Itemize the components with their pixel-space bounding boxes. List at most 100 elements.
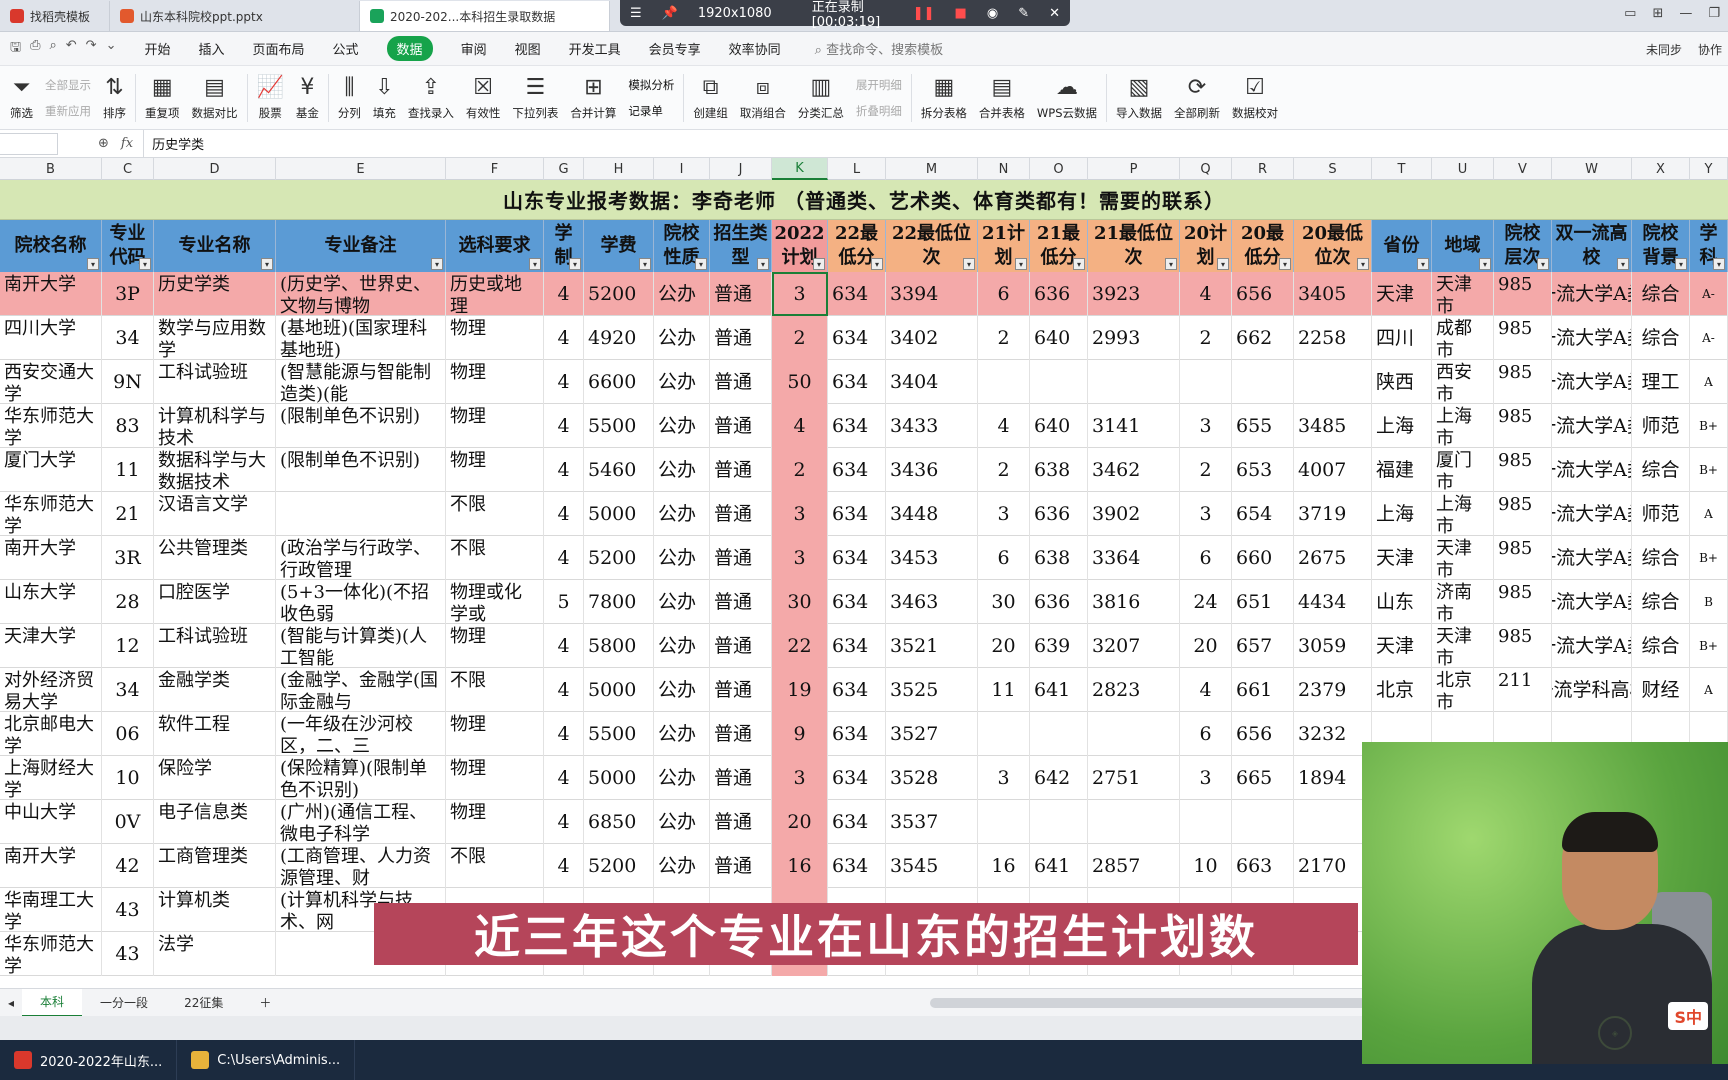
table-cell[interactable]: [1088, 712, 1180, 756]
table-cell[interactable]: 4: [544, 360, 584, 404]
table-cell[interactable]: 0V: [102, 800, 154, 844]
table-cell[interactable]: 24: [1180, 580, 1232, 624]
table-cell[interactable]: 3P: [102, 272, 154, 316]
table-cell[interactable]: 5200: [584, 536, 654, 580]
table-cell[interactable]: 985: [1494, 624, 1552, 668]
group-button[interactable]: ⧉ 创建组: [687, 68, 734, 128]
table-cell[interactable]: 2170: [1294, 844, 1372, 888]
filter-dropdown-icon[interactable]: ▾: [963, 258, 975, 270]
menu-devtools[interactable]: 开发工具: [569, 39, 621, 58]
record-button[interactable]: 记录单: [628, 103, 674, 119]
table-cell[interactable]: 985: [1494, 272, 1552, 316]
table-cell[interactable]: 640: [1030, 404, 1088, 448]
table-cell[interactable]: 陕西: [1372, 360, 1432, 404]
minimize-icon[interactable]: —: [1679, 6, 1692, 21]
fund-button[interactable]: ¥ 基金: [290, 68, 325, 128]
table-cell[interactable]: 普通: [710, 360, 772, 404]
table-cell[interactable]: 634: [828, 448, 886, 492]
table-cell[interactable]: 北京市: [1432, 668, 1494, 712]
table-cell[interactable]: 3364: [1088, 536, 1180, 580]
table-cell[interactable]: (政治学与行政学、行政管理: [276, 536, 446, 580]
table-cell[interactable]: 公办: [654, 580, 710, 624]
column-header-T[interactable]: T: [1372, 158, 1432, 180]
table-cell[interactable]: 公办: [654, 448, 710, 492]
table-cell[interactable]: 5460: [584, 448, 654, 492]
table-cell[interactable]: 天津市: [1432, 624, 1494, 668]
filter-dropdown-icon[interactable]: ▾: [261, 258, 273, 270]
table-cell[interactable]: 3528: [886, 756, 978, 800]
table-cell[interactable]: 公办: [654, 844, 710, 888]
sort-button[interactable]: ⇅ 排序: [97, 68, 132, 128]
filter-dropdown-icon[interactable]: ▾: [87, 258, 99, 270]
table-cell[interactable]: 5000: [584, 492, 654, 536]
table-cell[interactable]: 天津市: [1432, 536, 1494, 580]
verify-button[interactable]: ☑ 数据校对: [1226, 68, 1284, 128]
table-cell[interactable]: 公办: [654, 404, 710, 448]
table-cell[interactable]: 6: [978, 272, 1030, 316]
column-header-I[interactable]: I: [654, 158, 710, 180]
table-cell[interactable]: 普通: [710, 316, 772, 360]
table-cell[interactable]: 20: [978, 624, 1030, 668]
header-cell[interactable]: 21最低分 ▾: [1030, 220, 1088, 272]
table-cell[interactable]: 2258: [1294, 316, 1372, 360]
table-cell[interactable]: 2823: [1088, 668, 1180, 712]
table-cell[interactable]: 4: [544, 844, 584, 888]
table-cell[interactable]: 28: [102, 580, 154, 624]
zoom-icon[interactable]: ⊕: [98, 136, 109, 151]
table-cell[interactable]: 天津: [1372, 536, 1432, 580]
table-cell[interactable]: A-: [1690, 316, 1728, 360]
table-cell[interactable]: 2379: [1294, 668, 1372, 712]
table-cell[interactable]: 211: [1494, 668, 1552, 712]
close-icon[interactable]: ✕: [1049, 6, 1060, 21]
table-cell[interactable]: 634: [828, 580, 886, 624]
table-cell[interactable]: A-: [1690, 272, 1728, 316]
table-cell[interactable]: 5500: [584, 712, 654, 756]
filter-dropdown-icon[interactable]: ▾: [1617, 258, 1629, 270]
table-cell[interactable]: 3537: [886, 800, 978, 844]
table-cell[interactable]: 2675: [1294, 536, 1372, 580]
table-cell[interactable]: 985: [1494, 448, 1552, 492]
table-cell[interactable]: 3: [1180, 756, 1232, 800]
table-cell[interactable]: 上海: [1372, 404, 1432, 448]
table-cell[interactable]: 天津市: [1432, 272, 1494, 316]
filter-dropdown-icon[interactable]: ▾: [695, 258, 707, 270]
column-header-L[interactable]: L: [828, 158, 886, 180]
table-cell[interactable]: 计算机科学与技术: [154, 404, 276, 448]
filter-dropdown-icon[interactable]: ▾: [1537, 258, 1549, 270]
table-cell[interactable]: 3448: [886, 492, 978, 536]
table-cell[interactable]: 43: [102, 932, 154, 976]
table-cell[interactable]: 不限: [446, 668, 544, 712]
column-header-J[interactable]: J: [710, 158, 772, 180]
table-cell[interactable]: (智慧能源与智能制造类)(能: [276, 360, 446, 404]
column-header-P[interactable]: P: [1088, 158, 1180, 180]
table-cell[interactable]: 10: [102, 756, 154, 800]
header-cell[interactable]: 省份 ▾: [1372, 220, 1432, 272]
table-cell[interactable]: 9N: [102, 360, 154, 404]
column-header-E[interactable]: E: [276, 158, 446, 180]
command-search[interactable]: ⌕ 查找命令、搜索模板: [815, 39, 943, 58]
table-cell[interactable]: 普通: [710, 844, 772, 888]
table-cell[interactable]: 2: [978, 448, 1030, 492]
column-header-O[interactable]: O: [1030, 158, 1088, 180]
filter-dropdown-icon[interactable]: ▾: [1417, 258, 1429, 270]
validity-button[interactable]: ☒ 有效性: [460, 68, 507, 128]
table-cell[interactable]: 3394: [886, 272, 978, 316]
table-cell[interactable]: 普通: [710, 536, 772, 580]
table-cell[interactable]: 12: [102, 624, 154, 668]
table-cell[interactable]: 639: [1030, 624, 1088, 668]
table-cell[interactable]: 厦门大学: [0, 448, 102, 492]
table-cell[interactable]: 6850: [584, 800, 654, 844]
table-cell[interactable]: 634: [828, 844, 886, 888]
table-cell[interactable]: (智能与计算类)(人工智能: [276, 624, 446, 668]
merge-calc-button[interactable]: ⊞ 合并计算: [564, 68, 622, 128]
header-cell[interactable]: 招生类型 ▾: [710, 220, 772, 272]
table-cell[interactable]: 3R: [102, 536, 154, 580]
table-cell[interactable]: 天津: [1372, 624, 1432, 668]
table-cell[interactable]: 一流大学A类: [1552, 360, 1632, 404]
table-cell[interactable]: 3207: [1088, 624, 1180, 668]
table-cell[interactable]: (限制单色不识别): [276, 448, 446, 492]
fx-icon[interactable]: fx: [121, 136, 133, 151]
taskbar-explorer[interactable]: C:\Users\Adminis...: [177, 1040, 356, 1080]
table-cell[interactable]: 普通: [710, 272, 772, 316]
column-header-K[interactable]: K: [772, 158, 828, 180]
